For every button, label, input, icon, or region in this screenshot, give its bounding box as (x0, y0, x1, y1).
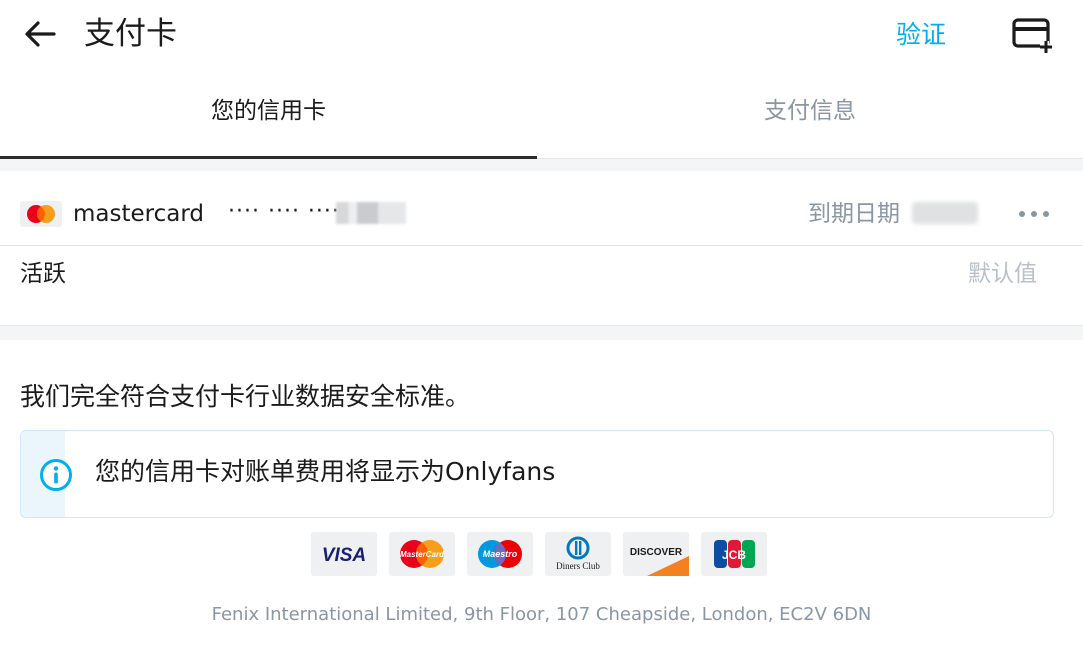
add-card-icon[interactable] (1011, 16, 1055, 54)
tab-payment-info[interactable]: 支付信息 (537, 80, 1083, 156)
card-brand: mastercard (73, 201, 204, 227)
section-divider (0, 325, 1083, 340)
card-expiry-redacted (912, 202, 978, 224)
section-divider (0, 159, 1083, 171)
arrow-left-icon[interactable] (22, 16, 58, 52)
card-status-row: 活跃 默认值 (0, 246, 1083, 324)
info-notice: 您的信用卡对账单费用将显示为Onlyfans (20, 430, 1054, 518)
svg-text:DISCOVER: DISCOVER (630, 547, 683, 558)
discover-logo: DISCOVER (623, 532, 689, 576)
card-status: 活跃 (20, 261, 66, 287)
card-masked-number: ···· ···· ···· (228, 199, 340, 224)
verify-button[interactable]: 验证 (896, 18, 946, 52)
svg-text:JCB: JCB (722, 548, 746, 562)
maestro-logo: Maestro (467, 532, 533, 576)
svg-text:VISA: VISA (322, 545, 366, 566)
more-horizontal-icon[interactable] (1016, 204, 1054, 224)
pci-compliance-text: 我们完全符合支付卡行业数据安全标准。 (20, 382, 471, 411)
info-icon (40, 459, 72, 491)
card-row: mastercard ···· ···· ···· 到期日期 (0, 171, 1083, 246)
tab-bar: 您的信用卡 支付信息 (0, 80, 1083, 160)
visa-logo: VISA (311, 532, 377, 576)
top-bar: 支付卡 验证 (0, 0, 1083, 72)
diners-club-logo: Diners Club (545, 532, 611, 576)
svg-text:MasterCard: MasterCard (400, 550, 445, 559)
set-default-button[interactable]: 默认值 (968, 258, 1037, 290)
card-last-digits-redacted (336, 202, 406, 224)
svg-text:Diners Club: Diners Club (556, 561, 600, 571)
mastercard-icon (20, 201, 62, 227)
mastercard-logo: MasterCard (389, 532, 455, 576)
billing-descriptor-text: 您的信用卡对账单费用将显示为Onlyfans (95, 457, 556, 486)
jcb-logo: JCB (701, 532, 767, 576)
page-title: 支付卡 (84, 16, 177, 52)
card-expiry-label: 到期日期 (808, 201, 900, 227)
svg-text:Maestro: Maestro (483, 549, 518, 559)
accepted-cards: VISA MasterCard Maestro Diners Club DISC… (311, 532, 771, 576)
company-address: Fenix International Limited, 9th Floor, … (211, 604, 872, 625)
tab-your-cards[interactable]: 您的信用卡 (0, 80, 537, 156)
